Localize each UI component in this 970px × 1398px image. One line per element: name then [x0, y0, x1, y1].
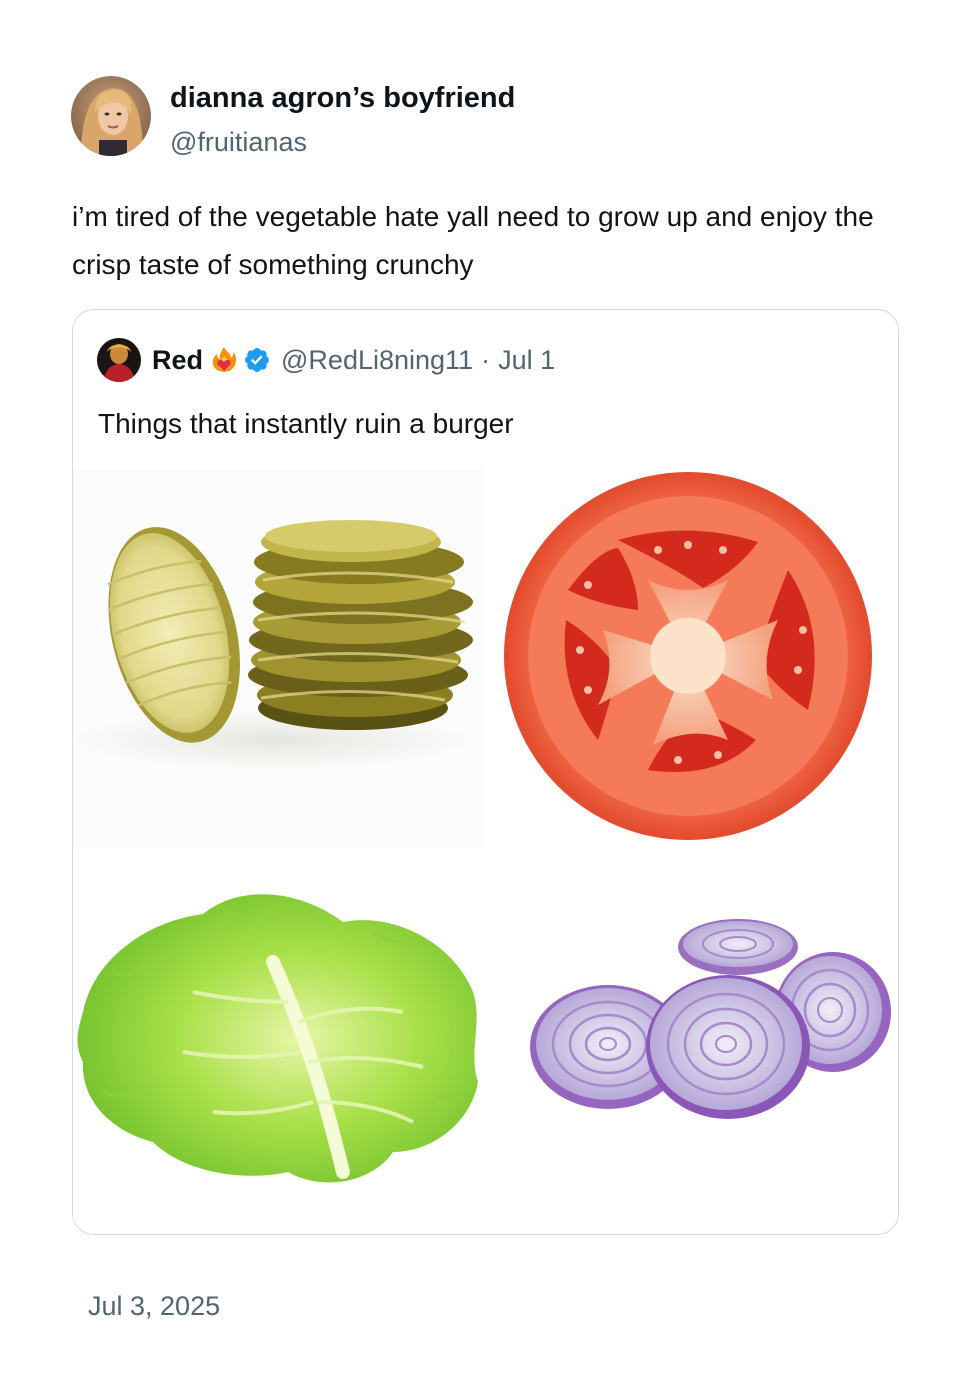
media-image-tomato[interactable]: [488, 470, 898, 848]
tweet-text: i’m tired of the vegetable hate yall nee…: [72, 201, 874, 280]
tweet: dianna agron’s boyfriend @fruitianas i’m…: [0, 0, 970, 1398]
author-avatar[interactable]: [71, 76, 151, 156]
media-grid: [73, 470, 898, 1234]
separator-dot: ·: [481, 344, 491, 375]
quoted-author-avatar[interactable]: [97, 338, 141, 382]
media-image-red-onion[interactable]: [488, 852, 898, 1234]
quoted-tweet-date[interactable]: Jul 1: [498, 345, 555, 376]
media-image-pickles[interactable]: [73, 470, 484, 848]
verified-badge-icon: [243, 346, 271, 374]
media-image-lettuce[interactable]: [73, 852, 484, 1234]
author-display-name[interactable]: dianna agron’s boyfriend: [170, 80, 515, 116]
quoted-author-handle[interactable]: @RedLi8ning11: [281, 345, 473, 376]
tweet-timestamp[interactable]: Jul 3, 2025: [88, 1288, 220, 1324]
quoted-tweet-header: Red @RedLi8ning11 · Jul 1: [97, 338, 555, 382]
author-handle[interactable]: @fruitianas: [170, 124, 307, 160]
fire-heart-icon: [211, 346, 237, 374]
quoted-tweet-card[interactable]: Red @RedLi8ning11 · Jul 1 Things that in…: [72, 309, 899, 1235]
quoted-author-display-name[interactable]: Red: [152, 345, 203, 376]
quoted-tweet-text: Things that instantly ruin a burger: [98, 408, 514, 439]
